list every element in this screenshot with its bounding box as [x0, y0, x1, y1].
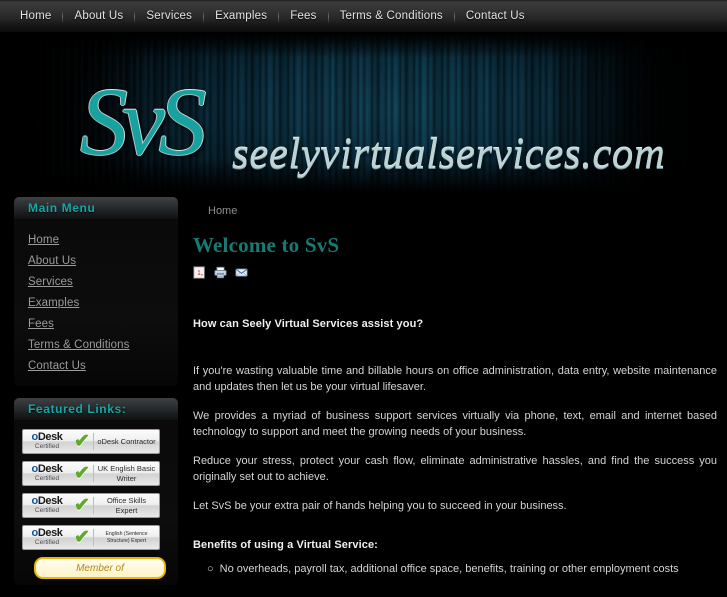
odesk-badge-office-skills-expert[interactable]: oDesk Certified ✔ Office Skills Expert: [22, 493, 160, 518]
module-main-menu: Main Menu Home About Us Services Example…: [14, 197, 178, 386]
top-navigation-bar: Home About Us Services Examples Fees Ter…: [0, 0, 727, 33]
odesk-badge-title: UK English Basic Writer: [97, 464, 156, 483]
pdf-icon[interactable]: [193, 266, 206, 279]
nav-item-examples[interactable]: Examples: [204, 0, 278, 33]
sidebar-item-fees[interactable]: Fees: [28, 313, 178, 334]
odesk-logo-name: Desk: [37, 495, 63, 508]
sidebar-item-home[interactable]: Home: [28, 229, 178, 250]
paragraph-extra-pair-of-hands: Let SvS be your extra pair of hands help…: [193, 500, 567, 512]
nav-item-fees[interactable]: Fees: [279, 0, 327, 33]
odesk-badge-uk-english-basic-writer[interactable]: oDesk Certified ✔ UK English Basic Write…: [22, 461, 160, 486]
benefit-list-item: ○ No overheads, payroll tax, additional …: [193, 563, 717, 575]
page-title: Welcome to SvS: [193, 233, 340, 257]
checkmark-icon: ✔: [74, 431, 90, 452]
module-main-menu-body: Home About Us Services Examples Fees Ter…: [14, 219, 178, 386]
odesk-logo: oDesk Certified: [23, 496, 71, 515]
site-logo-mark[interactable]: SvS: [80, 74, 207, 170]
paragraph-reduce-stress: Reduce your stress, protect your cash fl…: [193, 455, 717, 483]
module-main-menu-title: Main Menu: [28, 201, 96, 215]
odesk-badge-contractor[interactable]: oDesk Certified ✔ oDesk Contractor: [22, 429, 160, 454]
odesk-logo-name: Desk: [37, 431, 63, 444]
nav-item-terms-and-conditions[interactable]: Terms & Conditions: [329, 0, 454, 33]
odesk-logo-name: Desk: [37, 463, 63, 476]
top-navigation-items: Home About Us Services Examples Fees Ter…: [12, 0, 536, 33]
odesk-logo: oDesk Certified: [23, 432, 71, 451]
odesk-certified-label: Certified: [34, 507, 60, 515]
email-icon[interactable]: [235, 266, 248, 279]
heading-how-can-we-assist: How can Seely Virtual Services assist yo…: [193, 318, 424, 330]
module-main-menu-header: Main Menu: [14, 197, 178, 219]
odesk-logo: oDesk Certified: [23, 464, 71, 483]
checkmark-icon: ✔: [74, 527, 90, 548]
odesk-certified-label: Certified: [34, 539, 60, 547]
featured-membership-button[interactable]: Member of: [34, 557, 166, 579]
odesk-badge-title: Office Skills Expert: [106, 496, 147, 515]
sidebar-item-terms-and-conditions[interactable]: Terms & Conditions: [28, 334, 178, 355]
benefit-list-item-text: No overheads, payroll tax, additional of…: [219, 562, 679, 575]
module-featured-links: Featured Links: oDesk Certified ✔ oDesk …: [14, 398, 178, 585]
print-icon[interactable]: [214, 266, 227, 279]
module-featured-links-body: oDesk Certified ✔ oDesk Contractor oDesk…: [14, 420, 178, 585]
paragraph-services-offered: We provides a myriad of business support…: [193, 410, 717, 438]
odesk-logo: oDesk Certified: [23, 528, 71, 547]
checkmark-icon: ✔: [74, 495, 90, 516]
nav-item-about-us[interactable]: About Us: [63, 0, 134, 33]
breadcrumb[interactable]: Home: [193, 192, 717, 217]
odesk-badge-title: English (Sentence Structure) Expert: [105, 531, 148, 544]
odesk-logo-name: Desk: [37, 527, 63, 540]
sidebar-item-examples[interactable]: Examples: [28, 292, 178, 313]
main-content: Home Welcome to SvS How can Seely Virtua…: [193, 192, 717, 575]
page-body: Main Menu Home About Us Services Example…: [0, 192, 727, 585]
checkmark-icon: ✔: [74, 463, 90, 484]
paragraph-lifesaver: If you're wasting valuable time and bill…: [193, 365, 717, 393]
sidebar-item-about-us[interactable]: About Us: [28, 250, 178, 271]
banner-fade-top: [0, 34, 727, 58]
module-featured-links-title: Featured Links:: [28, 402, 127, 416]
odesk-badge-english-sentence-structure-expert[interactable]: oDesk Certified ✔ English (Sentence Stru…: [22, 525, 160, 550]
site-banner: SvS seelyvirtualservices.com: [0, 34, 727, 192]
article-tools: [193, 266, 717, 279]
sidebar: Main Menu Home About Us Services Example…: [14, 197, 178, 597]
sidebar-item-services[interactable]: Services: [28, 271, 178, 292]
site-logo-wordmark: seelyvirtualservices.com: [232, 131, 666, 178]
odesk-certified-label: Certified: [34, 475, 60, 483]
module-featured-links-header: Featured Links:: [14, 398, 178, 420]
odesk-badge-title: oDesk Contractor: [97, 436, 156, 446]
sidebar-item-contact-us[interactable]: Contact Us: [28, 355, 178, 376]
nav-item-services[interactable]: Services: [135, 0, 203, 33]
odesk-certified-label: Certified: [34, 443, 60, 451]
bullet-icon: ○: [207, 562, 214, 575]
nav-item-home[interactable]: Home: [12, 0, 62, 33]
nav-item-contact-us[interactable]: Contact Us: [455, 0, 536, 33]
